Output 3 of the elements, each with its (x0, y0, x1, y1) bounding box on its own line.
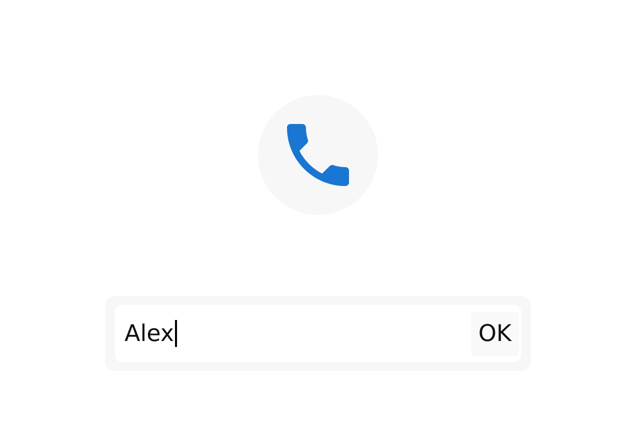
ok-button[interactable]: OK (471, 312, 518, 356)
phone-icon (287, 124, 349, 186)
name-field[interactable]: Alex OK (114, 305, 520, 362)
